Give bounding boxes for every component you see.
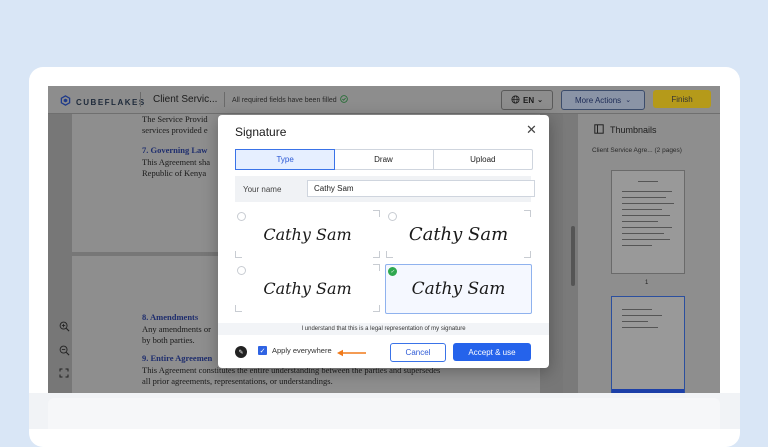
thumbnails-title: Thumbnails bbox=[610, 125, 657, 135]
radio-icon bbox=[237, 212, 246, 221]
zoom-in-icon[interactable] bbox=[56, 318, 72, 334]
radio-icon bbox=[388, 212, 397, 221]
tab-upload[interactable]: Upload bbox=[434, 150, 532, 169]
signature-option[interactable]: Cathy Sam bbox=[235, 264, 380, 312]
paragraph-line: services provided e bbox=[142, 125, 208, 135]
page-thumbnail[interactable] bbox=[611, 170, 685, 274]
more-actions-button[interactable]: More Actions ⌄ bbox=[561, 90, 645, 110]
page-number: 1 bbox=[645, 280, 649, 286]
section-heading: 8. Amendments bbox=[142, 312, 199, 322]
paragraph-line: Any amendments or bbox=[142, 324, 211, 334]
signature-tabs: Type Draw Upload bbox=[235, 149, 533, 170]
chevron-down-icon: ⌄ bbox=[625, 97, 632, 104]
finish-button[interactable]: Finish bbox=[653, 90, 711, 108]
tab-draw[interactable]: Draw bbox=[334, 150, 434, 169]
paragraph-line: The Service Provid bbox=[142, 114, 208, 124]
signature-text: Cathy Sam bbox=[263, 278, 352, 298]
tab-type[interactable]: Type bbox=[235, 149, 336, 170]
paragraph-line: Republic of Kenya bbox=[142, 168, 207, 178]
signature-option-selected[interactable]: ✓ Cathy Sam bbox=[385, 264, 532, 314]
scrollbar[interactable] bbox=[571, 226, 575, 286]
pen-icon[interactable]: ✎ bbox=[235, 346, 247, 358]
section-heading: 7. Governing Law bbox=[142, 145, 208, 155]
fields-status: All required fields have been filled bbox=[232, 95, 348, 105]
language-selector[interactable]: EN ⌄ bbox=[501, 90, 553, 110]
page-thumbnail-selected[interactable] bbox=[611, 296, 685, 393]
thumbnails-document-name: Client Service Agre... (2 pages) bbox=[592, 147, 682, 154]
divider bbox=[224, 92, 225, 107]
legal-notice: I understand that this is a legal repres… bbox=[218, 323, 549, 335]
signature-option[interactable]: Cathy Sam bbox=[386, 210, 531, 258]
name-row: Your name bbox=[235, 176, 535, 202]
close-icon[interactable]: ✕ bbox=[526, 122, 537, 138]
top-bar: CUBEFLAKES Client Servic... All required… bbox=[48, 86, 720, 114]
footer-panel bbox=[48, 398, 720, 429]
paragraph-line: This Agreement sha bbox=[142, 157, 210, 167]
zoom-out-icon[interactable] bbox=[56, 342, 72, 358]
document-title[interactable]: Client Servic... bbox=[153, 94, 217, 105]
apply-everywhere-label: Apply everywhere bbox=[272, 346, 332, 355]
sidebar-panel-icon bbox=[594, 124, 604, 136]
name-input[interactable] bbox=[307, 180, 535, 197]
paragraph-line: all prior agreements, representations, o… bbox=[142, 376, 333, 386]
signature-text: Cathy Sam bbox=[263, 224, 352, 244]
chevron-down-icon: ⌄ bbox=[537, 97, 543, 104]
globe-icon bbox=[511, 94, 520, 106]
status-text: All required fields have been filled bbox=[232, 96, 337, 104]
signature-option[interactable]: Cathy Sam bbox=[235, 210, 380, 258]
name-label: Your name bbox=[243, 185, 282, 194]
cancel-button[interactable]: Cancel bbox=[390, 343, 446, 362]
thumbnails-header: Thumbnails bbox=[594, 124, 657, 136]
section-heading: 9. Entire Agreemen bbox=[142, 353, 213, 363]
more-actions-label: More Actions bbox=[574, 95, 622, 105]
check-icon: ✓ bbox=[388, 267, 397, 276]
checkbox-checked-icon[interactable]: ✓ bbox=[258, 346, 267, 355]
check-circle-icon bbox=[339, 95, 348, 105]
accept-button[interactable]: Accept & use bbox=[453, 343, 531, 361]
logo: CUBEFLAKES bbox=[60, 93, 146, 111]
arrow-left-icon bbox=[337, 349, 366, 357]
radio-icon bbox=[237, 266, 246, 275]
divider bbox=[140, 92, 141, 107]
signature-dialog: Signature ✕ Type Draw Upload Your name C… bbox=[218, 115, 549, 368]
dialog-title: Signature bbox=[235, 125, 287, 139]
paragraph-line: by both parties. bbox=[142, 335, 195, 345]
thumbnails-panel: Thumbnails Client Service Agre... (2 pag… bbox=[578, 114, 720, 393]
logo-text: CUBEFLAKES bbox=[76, 97, 146, 107]
signature-text: Cathy Sam bbox=[411, 279, 506, 299]
signature-text: Cathy Sam bbox=[408, 223, 509, 245]
language-label: EN bbox=[523, 95, 535, 105]
fit-screen-icon[interactable] bbox=[56, 365, 72, 381]
cube-logo-icon bbox=[60, 93, 71, 111]
apply-everywhere-checkbox[interactable]: ✓ Apply everywhere bbox=[258, 346, 332, 355]
